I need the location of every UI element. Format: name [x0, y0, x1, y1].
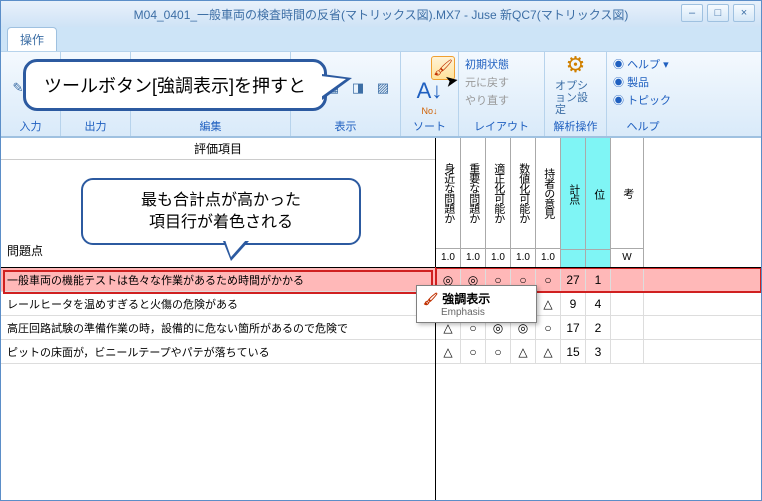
group-label-sort: ソート: [413, 118, 446, 134]
callout-result: 最も合計点が高かった 項目行が着色される: [81, 178, 361, 245]
view-icon-4[interactable]: ▨: [372, 77, 394, 99]
problem-row[interactable]: 一般車両の機能テストは色々な作業があるため時間がかかる: [1, 268, 435, 292]
tooltip-sub: Emphasis: [423, 307, 490, 318]
option-label: オプション設定: [555, 80, 596, 116]
titlebar: M04_0401_一般車両の検査時間の反省(マトリックス図).MX7 - Jus…: [1, 1, 761, 27]
callout2-line1: 最も合計点が高かった: [141, 192, 301, 209]
problem-label: 問題点: [7, 242, 43, 259]
tooltip-title: 強調表示: [442, 290, 490, 307]
cell: [611, 292, 644, 315]
cell: 17: [561, 316, 586, 339]
problem-row[interactable]: 高圧回路試験の準備作業の時，設備的に危ない箇所があるので危険で: [1, 316, 435, 340]
cell: 15: [561, 340, 586, 363]
tooltip-emphasis: 🖌 強調表示 Emphasis: [416, 285, 537, 323]
layout-undo: 元に戻す: [465, 74, 509, 90]
group-label-layout: レイアウト: [474, 118, 529, 134]
app-window: M04_0401_一般車両の検査時間の反省(マトリックス図).MX7 - Jus…: [0, 0, 762, 501]
minimize-button[interactable]: –: [681, 4, 703, 22]
group-label-help: ヘルプ: [627, 118, 660, 134]
maximize-button[interactable]: □: [707, 4, 729, 22]
content-area: 🖌 強調表示 Emphasis 評価項目 最も合計点が高かった 項目行が着色される…: [1, 137, 761, 500]
ribbon-group-analysis: ⚙ オプション設定 解析操作: [545, 52, 607, 136]
callout2-line2: 項目行が着色される: [149, 214, 293, 231]
close-button[interactable]: ×: [733, 4, 755, 22]
help-topic[interactable]: ◉ トピック: [613, 92, 671, 108]
cell: 2: [586, 316, 611, 339]
window-title: M04_0401_一般車両の検査時間の反省(マトリックス図).MX7 - Jus…: [134, 6, 629, 23]
cell: [611, 268, 644, 291]
cell: △: [511, 340, 536, 363]
ribbon-group-layout: 初期状態 元に戻す やり直す レイアウト: [459, 52, 545, 136]
problem-rows: 一般車両の機能テストは色々な作業があるため時間がかかるレールヒータを温めすぎると…: [1, 268, 435, 364]
sort-button[interactable]: A↓ No↓: [413, 76, 447, 118]
cell: 1: [586, 268, 611, 291]
col-header-2: 適正化可能か1.0: [486, 138, 511, 267]
cell: △: [436, 340, 461, 363]
cell: 27: [561, 268, 586, 291]
option-button[interactable]: ⚙ オプション設定: [551, 50, 600, 118]
col-header-1: 重要な問題か1.0: [461, 138, 486, 267]
ribbon-tabstrip: 操作: [1, 27, 761, 51]
brush-icon: 🖌: [423, 292, 438, 306]
eval-header: 評価項目: [1, 138, 435, 160]
group-label-input: 入力: [20, 118, 42, 134]
cell: [611, 316, 644, 339]
sort-icon: A↓: [417, 78, 443, 104]
layout-initial[interactable]: 初期状態: [465, 56, 509, 72]
cell: ○: [486, 340, 511, 363]
cell: 3: [586, 340, 611, 363]
cell: ○: [536, 268, 561, 291]
cell: ○: [536, 316, 561, 339]
group-label-edit: 編集: [200, 118, 222, 134]
group-label-output: 出力: [85, 118, 107, 134]
tab-operate[interactable]: 操作: [7, 27, 57, 51]
problem-row[interactable]: ピットの床面が，ビニールテープやパテが落ちている: [1, 340, 435, 364]
ribbon-group-help: ◉ ヘルプ ▾ ◉ 製品 ◉ トピック ヘルプ: [607, 52, 679, 136]
help-product[interactable]: ◉ 製品: [613, 74, 671, 90]
layout-redo: やり直す: [465, 92, 509, 108]
group-label-view: 表示: [335, 118, 357, 134]
callout1-text: ツールボタン[強調表示]を押すと: [44, 72, 306, 98]
window-buttons: – □ ×: [681, 4, 755, 22]
col-header-3: 数値化可能か1.0: [511, 138, 536, 267]
gear-icon: ⚙: [566, 52, 586, 78]
cell: [611, 340, 644, 363]
cell: △: [536, 292, 561, 315]
column-headers: 身近な問題か1.0重要な問題か1.0適正化可能か1.0数値化可能か1.0持者の意…: [436, 138, 761, 267]
data-row[interactable]: △○○△△153: [436, 340, 761, 364]
left-pane: 評価項目 最も合計点が高かった 項目行が着色される 問題点 一般車両の機能テスト…: [1, 138, 436, 500]
col-header-6: 位: [586, 138, 611, 267]
col-header-5: 計点: [561, 138, 586, 267]
callout-instruction: ツールボタン[強調表示]を押すと: [23, 59, 327, 111]
help-menu[interactable]: ◉ ヘルプ ▾: [613, 56, 671, 72]
cell: △: [536, 340, 561, 363]
problem-row[interactable]: レールヒータを温めすぎると火傷の危険がある: [1, 292, 435, 316]
cell: 4: [586, 292, 611, 315]
cell: 9: [561, 292, 586, 315]
col-header-7: 考W: [611, 138, 644, 267]
group-label-analysis: 解析操作: [554, 118, 598, 134]
col-header-0: 身近な問題か1.0: [436, 138, 461, 267]
cell: ○: [461, 340, 486, 363]
col-header-4: 持者の意見1.0: [536, 138, 561, 267]
